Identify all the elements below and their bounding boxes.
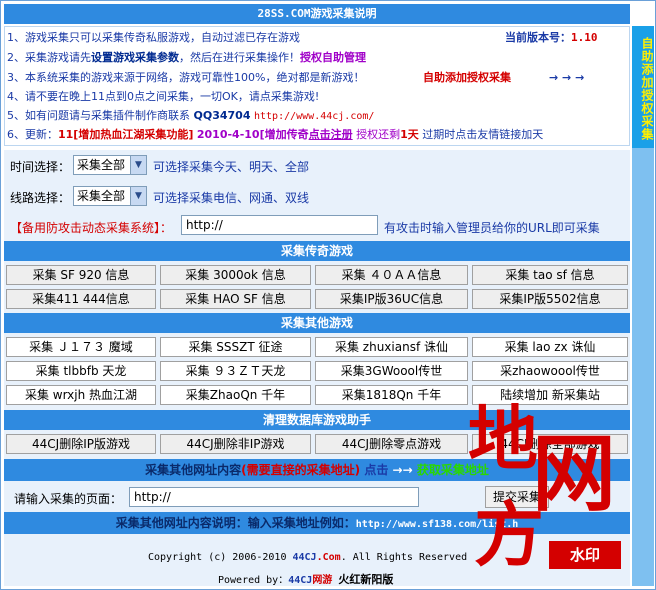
time-hint: 可选择采集今天、明天、全部 bbox=[153, 160, 310, 174]
watermark-glyph-mid: 网 bbox=[532, 424, 617, 523]
info-line-2: 2、采集游戏请先设置游戏采集参数，然后在进行采集操作！授权自助管理 bbox=[7, 51, 366, 64]
backup-hint: 有攻击时输入管理员给你的URL即可采集 bbox=[384, 221, 600, 235]
legend-collect-button[interactable]: 采集411 444信息 bbox=[6, 289, 156, 309]
legend-collect-button[interactable]: 采集IP版5502信息 bbox=[472, 289, 628, 309]
info-panel: 1、游戏采集只可以采集传奇私服游戏，自动过滤已存在游戏 当前版本号：1.10 2… bbox=[4, 26, 630, 146]
add-auth-link[interactable]: 自助添加授权采集 bbox=[423, 69, 511, 87]
powered-by: Powered by：44CJ网游 火红新阳版 bbox=[218, 573, 394, 586]
info-line-3: 3、本系统采集的游戏来源于网络，游戏可靠性100%，绝对都是新游戏！ 自助添加授… bbox=[7, 69, 627, 87]
other-collect-button[interactable]: 采集 wrxjh 热血江湖 bbox=[6, 385, 156, 405]
qq-number: QQ34704 bbox=[193, 109, 251, 122]
side-auth-link[interactable]: 自助添加授权采集 bbox=[632, 26, 654, 148]
other-collect-button[interactable]: 采集 lao zx 诛仙 bbox=[472, 337, 628, 357]
info-line-5: 5、如有问题请与采集插件制作商联系 QQ34704 http://www.44c… bbox=[7, 109, 375, 122]
watermark-glyph-bottom: 方 bbox=[474, 493, 544, 576]
info-line-4: 4、请不要在晚上11点到0点之间采集，一切OK，请点采集游戏! bbox=[7, 90, 320, 103]
page-url-input[interactable]: http:// bbox=[129, 487, 419, 507]
db-collect-button[interactable]: 44CJ删除非IP游戏 bbox=[160, 434, 311, 454]
register-link[interactable]: 点击注册 bbox=[309, 128, 353, 141]
info-line-6: 6、更新：11[增加热血江湖采集功能] 2010-4-10[增加传奇点击注册 授… bbox=[7, 128, 544, 141]
chevron-down-icon: ▼ bbox=[130, 156, 146, 174]
get-url-link[interactable]: 点击 bbox=[364, 463, 388, 477]
line-select[interactable]: 采集全部 ▼ bbox=[73, 186, 147, 206]
other-collect-button[interactable]: 采集1818Qn 千年 bbox=[315, 385, 468, 405]
db-collect-button[interactable]: 44CJ删除零点游戏 bbox=[315, 434, 468, 454]
watermark-badge: 水印 bbox=[549, 541, 621, 569]
copyright: Copyright (c) 2006-2010 44CJ.Com. All Ri… bbox=[148, 552, 468, 563]
time-select[interactable]: 采集全部 ▼ bbox=[73, 155, 147, 175]
auth-manage-link[interactable]: 授权自助管理 bbox=[300, 51, 366, 64]
arrow-icons: → → → bbox=[549, 71, 585, 84]
line-label: 线路选择： bbox=[10, 191, 71, 205]
other-collect-button[interactable]: 采集 tlbbfb 天龙 bbox=[6, 361, 156, 381]
other-collect-button[interactable]: 采集 SSSZT 征途 bbox=[160, 337, 311, 357]
side-strip bbox=[632, 148, 654, 586]
legend-collect-button[interactable]: 采集IP版36UC信息 bbox=[315, 289, 468, 309]
legend-collect-button[interactable]: 采集 ４０ＡＡ信息 bbox=[315, 265, 468, 285]
other-collect-button[interactable]: 采集3GWoool传世 bbox=[315, 361, 468, 381]
page-url-label: 请输入采集的页面： bbox=[14, 492, 123, 506]
backup-label: 【备用防攻击动态采集系统】： bbox=[10, 221, 173, 235]
other-collect-button[interactable]: 采集 ９３ＺＴ天龙 bbox=[160, 361, 311, 381]
vendor-url-link[interactable]: http://www.44cj.com/ bbox=[254, 111, 374, 122]
page-title: 28SS.COM游戏采集说明 bbox=[4, 4, 630, 24]
legend-collect-button[interactable]: 采集 3000ok 信息 bbox=[160, 265, 311, 285]
chevron-down-icon: ▼ bbox=[130, 187, 146, 205]
set-params-link[interactable]: 设置游戏采集参数 bbox=[91, 51, 179, 64]
watermark-glyph-top: 地 bbox=[468, 397, 538, 480]
legend-section-head: 采集传奇游戏 bbox=[4, 241, 630, 261]
backup-url-input[interactable]: http:// bbox=[181, 215, 378, 235]
db-collect-button[interactable]: 44CJ删除IP版游戏 bbox=[6, 434, 156, 454]
line-hint: 可选择采集电信、网通、双线 bbox=[153, 191, 310, 205]
legend-collect-button[interactable]: 采集 SF 920 信息 bbox=[6, 265, 156, 285]
info-line-1: 1、游戏采集只可以采集传奇私服游戏，自动过滤已存在游戏 当前版本号：1.10 bbox=[7, 29, 627, 47]
other-collect-button[interactable]: 采集 Ｊ１７３ 魔域 bbox=[6, 337, 156, 357]
arrow-right-icon: →→ bbox=[392, 463, 413, 477]
other-collect-button[interactable]: 采集ZhaoQn 千年 bbox=[160, 385, 311, 405]
version-display: 当前版本号：1.10 bbox=[505, 31, 598, 44]
other-section-head: 采集其他游戏 bbox=[4, 313, 630, 333]
other-collect-button[interactable]: 采zhaowoool传世 bbox=[472, 361, 628, 381]
legend-collect-button[interactable]: 采集 tao sf 信息 bbox=[472, 265, 628, 285]
legend-collect-button[interactable]: 采集 HAO SF 信息 bbox=[160, 289, 311, 309]
other-collect-button[interactable]: 采集 zhuxiansf 诛仙 bbox=[315, 337, 468, 357]
time-label: 时间选择： bbox=[10, 160, 71, 174]
